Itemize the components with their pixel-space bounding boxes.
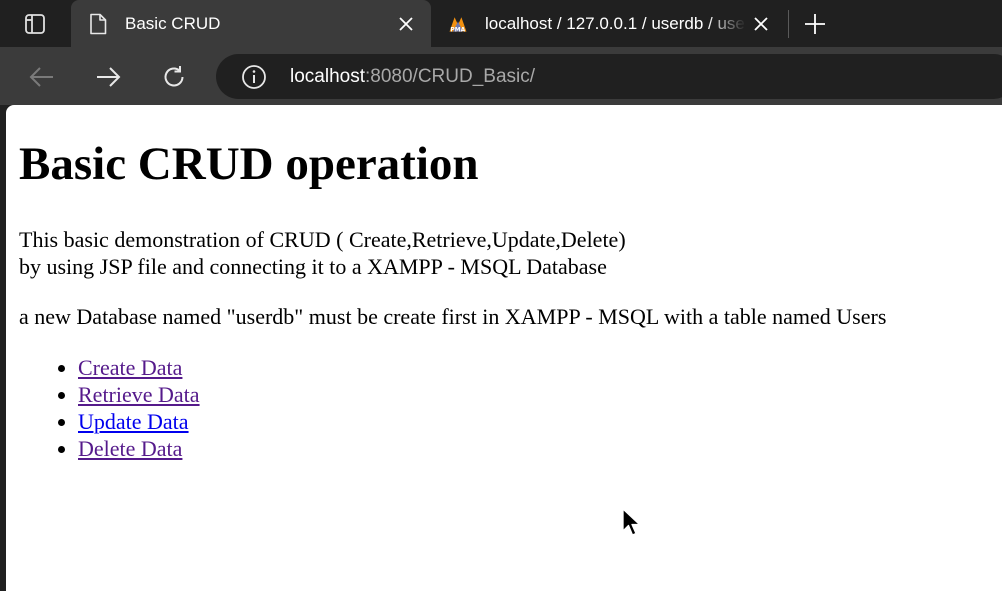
delete-data-link[interactable]: Delete Data [78, 436, 182, 461]
list-item: Retrieve Data [78, 381, 200, 408]
reload-button[interactable] [156, 59, 192, 95]
reload-icon [164, 66, 184, 87]
create-data-link[interactable]: Create Data [78, 355, 182, 380]
tab-divider [788, 10, 789, 38]
url-text: localhost:8080/CRUD_Basic/ [290, 66, 535, 88]
intro-line-2: by using JSP file and connecting it to a… [19, 254, 607, 279]
page-content: Basic CRUD operation This basic demonstr… [6, 105, 1002, 591]
intro-text: This basic demonstration of CRUD ( Creat… [19, 226, 626, 280]
url-path: :8080/CRUD_Basic/ [365, 65, 536, 87]
tab-actions-button[interactable] [0, 0, 70, 47]
mouse-cursor-icon [622, 508, 641, 536]
new-tab-button[interactable] [797, 6, 833, 42]
list-item: Delete Data [78, 435, 200, 462]
plus-icon [805, 14, 825, 34]
forward-button[interactable] [90, 59, 126, 95]
tab-basic-crud[interactable]: Basic CRUD [71, 0, 431, 47]
tab-title: Basic CRUD [125, 13, 221, 33]
page-icon [87, 13, 109, 35]
close-icon[interactable] [746, 9, 776, 39]
info-icon[interactable] [240, 63, 268, 91]
address-bar[interactable]: localhost:8080/CRUD_Basic/ [216, 54, 1002, 99]
back-arrow-icon [29, 67, 53, 87]
navigation-toolbar: localhost:8080/CRUD_Basic/ [0, 47, 1002, 105]
retrieve-data-link[interactable]: Retrieve Data [78, 382, 200, 407]
update-data-link[interactable]: Update Data [78, 409, 189, 434]
list-item: Update Data [78, 408, 200, 435]
url-host: localhost [290, 65, 365, 87]
back-button[interactable] [24, 59, 60, 95]
tab-phpmyadmin[interactable]: PMA localhost / 127.0.0.1 / userdb / use… [431, 0, 786, 47]
close-icon[interactable] [391, 9, 421, 39]
svg-text:PMA: PMA [450, 27, 465, 33]
page-title: Basic CRUD operation [19, 138, 479, 190]
tab-title: localhost / 127.0.0.1 / userdb / users [485, 13, 746, 33]
tab-actions-icon [25, 13, 45, 34]
tab-bar: Basic CRUD PMA localhost / 127.0.0.1 / u… [0, 0, 1002, 47]
list-item: Create Data [78, 354, 200, 381]
forward-arrow-icon [97, 67, 121, 87]
phpmyadmin-icon: PMA [447, 13, 469, 35]
intro-line-1: This basic demonstration of CRUD ( Creat… [19, 227, 626, 252]
crud-links-list: Create Data Retrieve Data Update Data De… [38, 354, 200, 462]
database-note: a new Database named "userdb" must be cr… [19, 304, 887, 329]
